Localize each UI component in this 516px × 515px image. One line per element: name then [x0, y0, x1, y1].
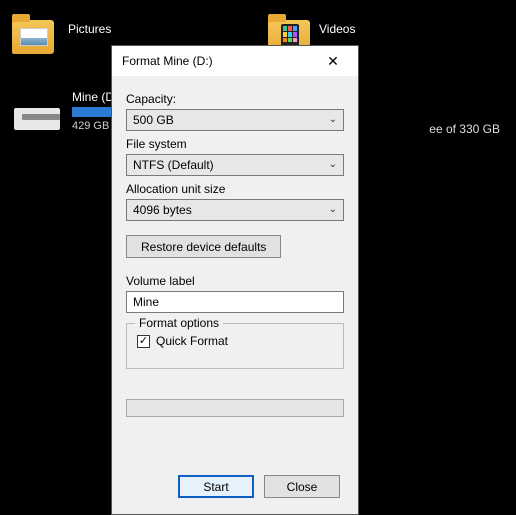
chevron-down-icon: ⌄ [329, 114, 337, 125]
drive-free-text-right: ee of 330 GB [429, 122, 500, 136]
allocation-value: 4096 bytes [133, 203, 192, 217]
progress-bar [126, 399, 344, 417]
drive-icon [10, 92, 66, 130]
dialog-titlebar[interactable]: Format Mine (D:) ✕ [112, 46, 358, 76]
volume-label-value: Mine [133, 295, 159, 309]
format-dialog: Format Mine (D:) ✕ Capacity: 500 GB ⌄ Fi… [111, 45, 359, 515]
filesystem-select[interactable]: NTFS (Default) ⌄ [126, 154, 344, 176]
quick-format-label: Quick Format [156, 334, 228, 348]
format-options-legend: Format options [135, 316, 223, 330]
close-button[interactable]: Close [264, 475, 340, 498]
file-explorer-window: Pictures Videos Mine (D:) 429 GB fr ee o… [0, 0, 516, 515]
capacity-label: Capacity: [126, 92, 344, 106]
capacity-value: 500 GB [133, 113, 174, 127]
quick-format-checkbox[interactable]: ✓ Quick Format [137, 334, 333, 348]
allocation-select[interactable]: 4096 bytes ⌄ [126, 199, 344, 221]
restore-defaults-button[interactable]: Restore device defaults [126, 235, 281, 258]
chevron-down-icon: ⌄ [329, 159, 337, 170]
volume-label-input[interactable]: Mine [126, 291, 344, 313]
capacity-select[interactable]: 500 GB ⌄ [126, 109, 344, 131]
filesystem-label: File system [126, 137, 344, 151]
folder-label-videos: Videos [319, 22, 355, 36]
allocation-label: Allocation unit size [126, 182, 344, 196]
filesystem-value: NTFS (Default) [133, 158, 214, 172]
close-icon[interactable]: ✕ [314, 50, 352, 72]
chevron-down-icon: ⌄ [329, 204, 337, 215]
start-button[interactable]: Start [178, 475, 254, 498]
checkbox-icon: ✓ [137, 335, 150, 348]
folder-pictures[interactable] [12, 20, 54, 54]
format-options-group: Format options ✓ Quick Format [126, 323, 344, 369]
volume-label-caption: Volume label [126, 274, 344, 288]
dialog-title: Format Mine (D:) [122, 54, 314, 68]
folder-label-pictures: Pictures [68, 22, 111, 36]
